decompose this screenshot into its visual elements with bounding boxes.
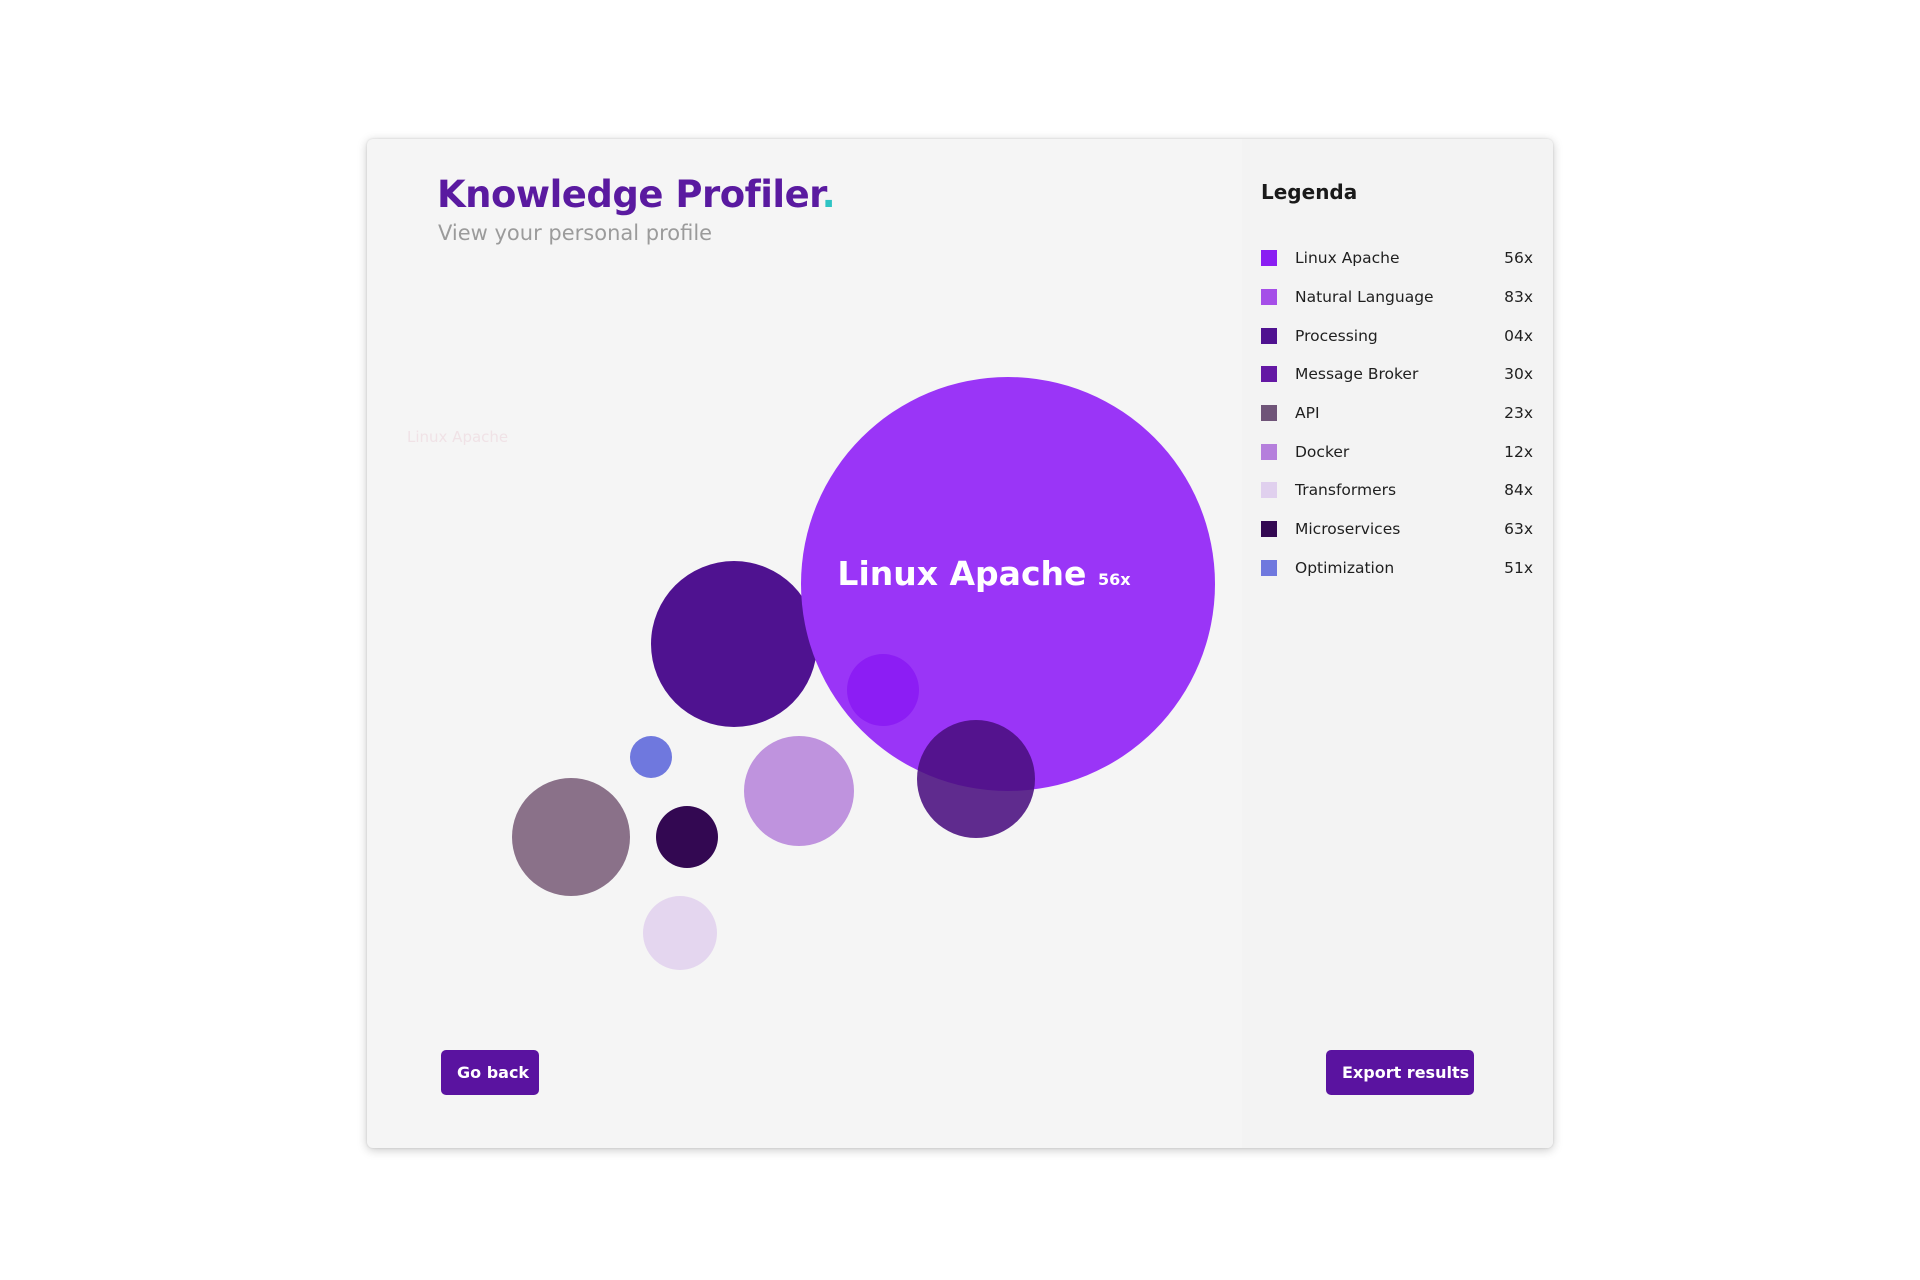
legend-item-natural-language[interactable]: Natural Language 83x (1261, 278, 1533, 317)
legend-item-processing[interactable]: Processing 04x (1261, 316, 1533, 355)
profile-card: Knowledge Profiler. View your personal p… (367, 139, 1553, 1148)
legend-swatch (1261, 405, 1277, 422)
bubble-main-label-name: Linux Apache (837, 554, 1086, 593)
legend-item-label: Microservices (1295, 520, 1401, 539)
legend-item-message-broker[interactable]: Message Broker 30x (1261, 355, 1533, 394)
legend-swatch (1261, 366, 1277, 383)
legend-item-api[interactable]: API 23x (1261, 394, 1533, 433)
legend-item-transformers[interactable]: Transformers 84x (1261, 471, 1533, 510)
legend-item-label: Processing (1295, 326, 1378, 345)
legend-item-count: 63x (1504, 520, 1533, 539)
legend-item-count: 51x (1504, 558, 1533, 577)
bubble-processing[interactable] (651, 561, 817, 727)
legend-item-label: Linux Apache (1295, 249, 1400, 268)
bubble-api[interactable] (512, 778, 630, 896)
legend-item-docker[interactable]: Docker 12x (1261, 432, 1533, 471)
bubble-main-label-count: 56x (1098, 570, 1131, 589)
legend-item-label: Natural Language (1295, 288, 1434, 307)
legend-item-count: 04x (1504, 326, 1533, 345)
legend-item-label: Docker (1295, 442, 1350, 461)
legend-item-label: Optimization (1295, 558, 1395, 577)
legend-swatch (1261, 521, 1277, 538)
legend-item-microservices[interactable]: Microservices 63x (1261, 510, 1533, 549)
legend-swatch (1261, 289, 1277, 306)
bubble-microservices[interactable] (656, 806, 718, 868)
legend-item-label: Message Broker (1295, 365, 1419, 384)
legend-item-linux-apache[interactable]: Linux Apache 56x (1261, 239, 1533, 278)
legend-item-count: 83x (1504, 288, 1533, 307)
bubble-optimization[interactable] (630, 736, 672, 778)
legend-list: Linux Apache 56x Natural Language 83x Pr… (1261, 239, 1533, 587)
bubble-chart: Linux Apache 56x (512, 377, 1215, 970)
go-back-button[interactable]: Go back (441, 1050, 539, 1095)
legend-title: Legenda (1261, 180, 1358, 204)
legend-swatch (1261, 327, 1277, 344)
legend-swatch (1261, 443, 1277, 460)
legend-item-count: 12x (1504, 442, 1533, 461)
legend-item-count: 30x (1504, 365, 1533, 384)
bubble-message-broker[interactable] (917, 720, 1035, 838)
legend-item-label: Transformers (1295, 481, 1397, 500)
bubble-docker[interactable] (744, 736, 854, 846)
legend-item-count: 56x (1504, 249, 1533, 268)
legend-item-label: API (1295, 404, 1320, 423)
legend-item-optimization[interactable]: Optimization 51x (1261, 549, 1533, 588)
bubble-linux-apache[interactable] (847, 654, 919, 726)
legend-swatch (1261, 559, 1277, 576)
legend-item-count: 84x (1504, 481, 1533, 500)
legend-swatch (1261, 250, 1277, 267)
legend-item-count: 23x (1504, 404, 1533, 423)
export-results-button[interactable]: Export results (1326, 1050, 1474, 1095)
bubble-transformers[interactable] (643, 896, 717, 970)
legend-swatch (1261, 482, 1277, 499)
